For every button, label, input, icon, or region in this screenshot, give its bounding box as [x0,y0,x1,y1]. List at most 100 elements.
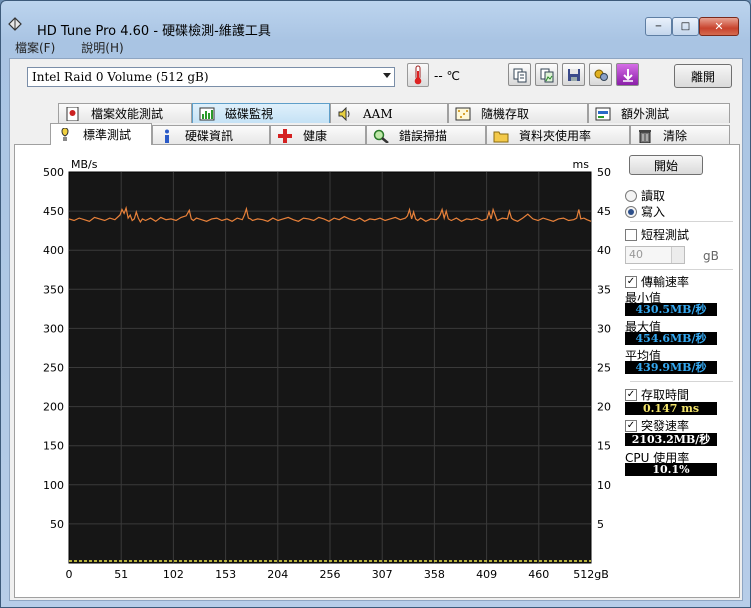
check-icon: ✓ [625,419,637,432]
read-radio-circle [625,189,637,202]
client-area: Intel Raid 0 Volume (512 gB) -- ℃ 離開 檔案效… [9,58,743,601]
menu-help[interactable]: 說明(H) [75,39,129,57]
y-axis-label-right: ms [573,158,590,171]
access-time-value: 0.147 ms [625,402,717,415]
benchmark-icon [61,127,69,141]
x-tick-label: 204 [267,568,288,581]
maximize-button[interactable]: □ [672,17,699,36]
tab-label: 資料夾使用率 [519,129,592,143]
close-button[interactable]: ✕ [699,17,739,36]
y-tick-label-right: 25 [597,362,611,375]
title-bar[interactable]: HD Tune Pro 4.60 - 硬碟檢測-維護工具 ─ □ ✕ [1,1,750,39]
tab-folder-usage[interactable]: 資料夾使用率 [486,125,630,145]
burst-rate-label: 突發速率 [641,419,690,433]
burst-rate-checkbox[interactable]: ✓ 突發速率 [625,417,689,434]
exit-button[interactable]: 離開 [674,64,732,88]
app-window: HD Tune Pro 4.60 - 硬碟檢測-維護工具 ─ □ ✕ 檔案(F)… [0,0,751,608]
app-icon [8,17,22,31]
y-tick-label-left: 200 [43,401,64,414]
read-radio[interactable]: 讀取 [625,187,665,204]
tab-label: 健康 [303,129,328,143]
tab-label: 磁碟監視 [225,107,274,121]
options-button[interactable] [589,63,612,86]
read-label: 讀取 [641,189,666,203]
write-radio[interactable]: 寫入 [625,203,665,220]
copy-text-button[interactable] [508,63,531,86]
benchmark-panel: 500 50 450 45 400 40 350 35 300 30 250 25 200 20 150 15… [14,144,740,598]
transfer-rate-checkbox[interactable]: ✓ 傳輸速率 [625,273,689,290]
y-tick-label-left: 250 [43,362,64,375]
x-tick-label: 51 [114,568,128,581]
divider [630,221,733,222]
y-tick-label-left: 500 [43,166,64,179]
y-tick-label-right: 30 [597,322,611,335]
tab-extra-tests[interactable]: 額外測試 [588,103,730,123]
y-tick-label-left: 350 [43,283,64,296]
spin-down-icon[interactable] [671,255,684,263]
spin-up-icon[interactable] [671,247,684,255]
drive-select-value: Intel Raid 0 Volume (512 gB) [32,70,209,84]
tab-label: 檔案效能測試 [91,107,164,121]
chevron-down-icon [383,73,391,78]
tab-health[interactable]: 健康 [270,125,366,145]
x-tick-label: 307 [372,568,393,581]
x-tick-label: 0 [66,568,73,581]
copy-image-button[interactable] [535,63,558,86]
x-tick-label: 409 [476,568,497,581]
tab-random-access[interactable]: 隨機存取 [448,103,588,123]
y-tick-label-left: 150 [43,440,64,453]
error-scan-icon [373,129,389,143]
x-tick-label: 460 [528,568,549,581]
folder-usage-icon [493,131,509,142]
save-icon [567,68,580,81]
start-button[interactable]: 開始 [629,155,703,175]
tab-label: 清除 [663,129,688,143]
tab-label: 標準測試 [83,128,132,142]
drive-select[interactable]: Intel Raid 0 Volume (512 gB) [27,67,395,87]
write-radio-circle [625,205,637,218]
close-icon: ✕ [714,20,724,33]
menu-file[interactable]: 檔案(F) [9,39,61,57]
short-test-unit: gB [703,249,719,263]
tab-erase[interactable]: 清除 [630,125,730,145]
disk-monitor-icon [199,107,215,120]
tab-benchmark[interactable]: 標準測試 [50,123,152,145]
temperature-readout: -- ℃ [434,69,460,83]
x-tick-label: 102 [163,568,184,581]
access-time-checkbox[interactable]: ✓ 存取時間 [625,386,689,403]
window-title: HD Tune Pro 4.60 - 硬碟檢測-維護工具 [37,24,271,39]
erase-icon [639,129,651,143]
thermometer-icon [414,65,422,85]
y-tick-label-right: 20 [597,401,611,414]
save-button[interactable] [562,63,585,86]
y-tick-label-left: 50 [50,518,64,531]
temperature-button[interactable] [407,63,429,87]
short-test-box [625,228,637,241]
tab-file-benchmark[interactable]: 檔案效能測試 [58,103,192,123]
divider [630,269,733,270]
y-tick-label-right: 45 [597,205,611,218]
write-label: 寫入 [641,205,666,219]
tab-error-scan[interactable]: 錯誤掃描 [366,125,486,145]
y-axis-label-left: MB/s [71,158,98,171]
tab-disk-monitor[interactable]: 磁碟監視 [192,103,330,123]
short-test-spinner[interactable]: 40 [625,246,685,264]
check-icon: ✓ [625,275,637,288]
menu-bar: 檔案(F) 說明(H) [9,39,130,57]
tab-aam[interactable]: AAM [330,103,448,123]
tab-drive-info[interactable]: 硬碟資訊 [152,125,270,145]
y-tick-label-right: 5 [597,518,604,531]
x-tick-label: 512gB [573,568,609,581]
short-test-value: 40 [629,248,643,261]
max-value: 454.6MB/秒 [625,332,717,345]
random-access-icon [455,107,471,120]
short-test-checkbox[interactable]: 短程測試 [625,226,689,243]
download-button[interactable] [616,63,639,86]
extra-tests-icon [595,107,611,120]
info-icon [165,129,169,143]
minimize-button[interactable]: ─ [645,17,672,36]
x-tick-label: 358 [424,568,445,581]
y-tick-label-left: 450 [43,205,64,218]
chart-layer: 500 50450 45400 40350 35300 30250 25200 20150 15… [43,158,611,581]
y-tick-label-left: 100 [43,479,64,492]
